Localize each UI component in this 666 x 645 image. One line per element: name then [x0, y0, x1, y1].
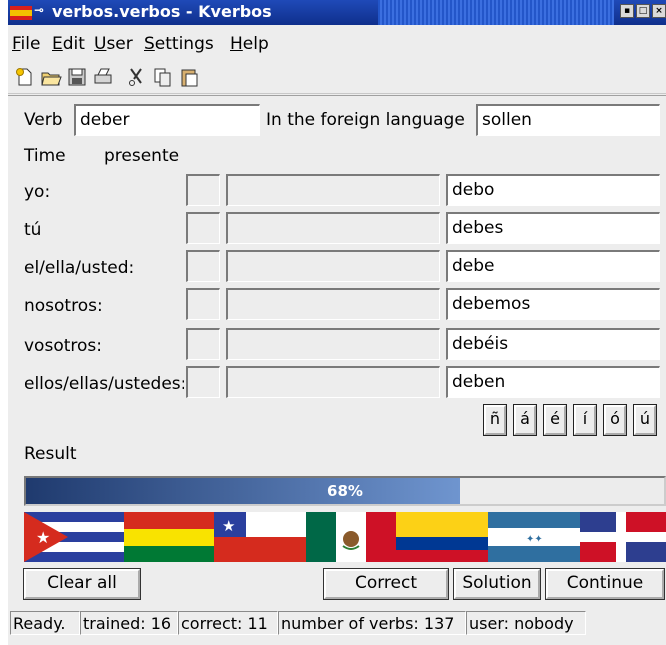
time-label: Time — [24, 146, 66, 166]
solution-field[interactable]: deben — [446, 366, 660, 398]
save-icon[interactable] — [66, 66, 88, 88]
foreign-language-label: In the foreign language — [266, 110, 465, 130]
user-answer-input[interactable] — [226, 366, 440, 398]
title-bar[interactable]: ⊸ verbos.verbos - Kverbos ▪ □ × — [8, 0, 666, 25]
window-title: verbos.verbos - Kverbos — [52, 2, 272, 21]
svg-text:★: ★ — [36, 528, 50, 547]
insert-o-acute-button[interactable]: ó — [603, 404, 627, 436]
status-user: user: nobody — [466, 611, 586, 635]
hispanic-flags-banner: ★ ★ ✦✦ — [24, 512, 666, 562]
user-answer-input[interactable] — [226, 174, 440, 206]
verb-label: Verb — [24, 110, 63, 130]
kverbos-window: ⊸ verbos.verbos - Kverbos ▪ □ × File Edi… — [8, 0, 666, 645]
insert-e-acute-button[interactable]: é — [543, 404, 567, 436]
open-folder-icon[interactable] — [40, 66, 62, 88]
mark-field — [186, 212, 220, 244]
mark-field — [186, 366, 220, 398]
user-answer-input[interactable] — [226, 328, 440, 360]
solution-button[interactable]: Solution — [453, 568, 541, 600]
spain-flag-icon — [10, 6, 32, 20]
svg-text:✦✦: ✦✦ — [526, 534, 543, 545]
pronoun-label: vosotros: — [24, 336, 102, 356]
svg-text:★: ★ — [222, 517, 235, 535]
continue-button[interactable]: Continue — [545, 568, 665, 600]
progress-percent: 68% — [327, 482, 363, 500]
mark-field — [186, 288, 220, 320]
user-answer-input[interactable] — [226, 288, 440, 320]
solution-field[interactable]: debéis — [446, 328, 660, 360]
insert-n-tilde-button[interactable]: ñ — [483, 404, 507, 436]
close-icon[interactable]: × — [652, 4, 666, 18]
status-trained: trained: 16 — [80, 611, 178, 635]
mark-field — [186, 328, 220, 360]
clear-all-button[interactable]: Clear all — [23, 568, 141, 600]
copy-icon[interactable] — [152, 66, 174, 88]
menu-file[interactable]: File — [12, 34, 40, 54]
solution-field[interactable]: debemos — [446, 288, 660, 320]
result-progress-bar: 68% — [24, 476, 666, 506]
mexico-flag-icon — [306, 512, 396, 562]
status-verb-count: number of verbs: 137 — [278, 611, 466, 635]
honduras-flag-icon: ✦✦ — [488, 512, 580, 562]
tense-value: presente — [104, 146, 180, 166]
menu-edit[interactable]: Edit — [52, 34, 85, 54]
title-bar-pattern — [378, 0, 614, 25]
maximize-icon[interactable]: □ — [636, 4, 650, 18]
pronoun-label: yo: — [24, 182, 51, 202]
pronoun-label: tú — [24, 220, 42, 240]
mark-field — [186, 174, 220, 206]
colombia-flag-icon — [396, 512, 488, 562]
menu-settings[interactable]: Settings — [144, 34, 214, 54]
minimize-icon[interactable]: ▪ — [620, 4, 634, 18]
status-ready: Ready. — [10, 611, 80, 635]
insert-u-acute-button[interactable]: ú — [633, 404, 657, 436]
chile-flag-icon: ★ — [214, 512, 306, 562]
cuba-flag-icon: ★ — [24, 512, 124, 562]
foreign-language-input[interactable]: sollen — [476, 104, 660, 136]
cut-icon[interactable] — [126, 66, 148, 88]
bolivia-flag-icon — [124, 512, 214, 562]
verb-input[interactable]: deber — [74, 104, 260, 136]
insert-i-acute-button[interactable]: í — [573, 404, 597, 436]
pin-icon[interactable]: ⊸ — [34, 3, 44, 17]
status-bar: Ready. trained: 16 correct: 11 number of… — [8, 609, 666, 637]
menu-help[interactable]: Help — [230, 34, 269, 54]
pronoun-label: ellos/ellas/ustedes: — [24, 374, 184, 394]
insert-a-acute-button[interactable]: á — [513, 404, 537, 436]
solution-field[interactable]: debes — [446, 212, 660, 244]
pronoun-label: nosotros: — [24, 296, 103, 316]
solution-field[interactable]: debo — [446, 174, 660, 206]
status-correct: correct: 11 — [178, 611, 278, 635]
toolbar — [8, 62, 666, 94]
pronoun-label: el/ella/usted: — [24, 258, 135, 278]
correct-button[interactable]: Correct — [323, 568, 449, 600]
user-answer-input[interactable] — [226, 212, 440, 244]
dominican-republic-flag-icon — [580, 512, 666, 562]
result-label: Result — [24, 444, 77, 464]
paste-icon[interactable] — [178, 66, 200, 88]
menu-bar: File Edit User Settings Help — [8, 26, 666, 60]
print-icon[interactable] — [92, 66, 114, 88]
mark-field — [186, 250, 220, 282]
new-file-icon[interactable] — [14, 66, 36, 88]
toolbar-divider — [8, 95, 666, 96]
solution-field[interactable]: debe — [446, 250, 660, 282]
user-answer-input[interactable] — [226, 250, 440, 282]
menu-user[interactable]: User — [94, 34, 133, 54]
